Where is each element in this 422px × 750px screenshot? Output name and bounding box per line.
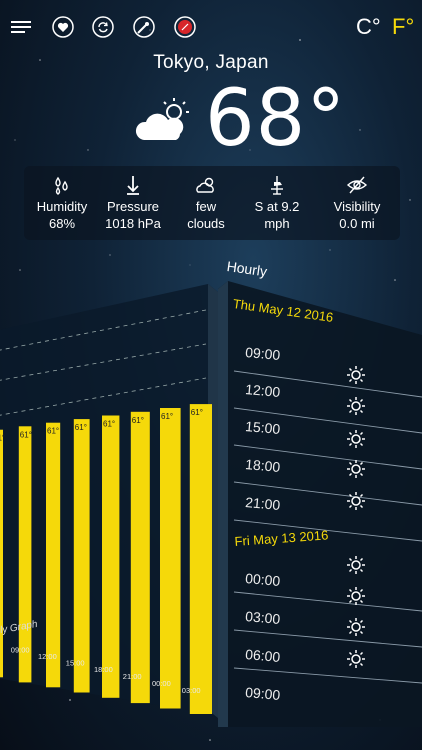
humidity-icon: [55, 176, 68, 195]
wind-item: S at 9.2 mph: [244, 166, 310, 240]
temperature-bar: [102, 415, 120, 698]
few-clouds-icon: [196, 177, 214, 193]
theme-icon[interactable]: [133, 16, 155, 38]
pressure-icon: [127, 176, 139, 195]
x-tick-label: 03:00: [182, 686, 201, 695]
bar-value-label: 61°: [20, 430, 32, 439]
bar-value-label: 61°: [191, 408, 203, 417]
visibility-item: Visibility 0.0 mi: [318, 166, 396, 240]
temperature-bar: [73, 419, 90, 693]
temperature-bar: [18, 426, 32, 683]
hour-time: 18:00: [244, 456, 281, 475]
hourly-graph-chart: 61° 61° 61° 61° 61° 61° 61° 61° 09:00 12:00 15:00 1…: [0, 284, 218, 718]
refresh-icon[interactable]: [92, 16, 114, 38]
x-tick-label: 09:00: [11, 645, 30, 654]
clouds-item: few clouds: [174, 166, 238, 240]
sun-icon: [347, 397, 365, 415]
fahrenheit-toggle[interactable]: F°: [392, 14, 414, 40]
temperature-bar: [189, 404, 212, 714]
x-tick-label: 00:00: [152, 679, 171, 688]
visibility-icon: [346, 176, 368, 194]
temperature-bar: [46, 422, 61, 688]
bar-value-label: 61°: [103, 420, 115, 429]
weather-radar-icon[interactable]: [174, 16, 196, 38]
hour-time: 09:00: [244, 684, 281, 703]
bar-value-label: 61°: [75, 423, 87, 432]
sun-icon: [347, 556, 365, 574]
sun-icon: [347, 587, 365, 605]
hour-time: 09:00: [244, 344, 281, 363]
x-tick-label: 18:00: [94, 665, 113, 674]
bar-value-label: 61°: [47, 427, 59, 436]
few-clouds-icon: [135, 98, 189, 140]
x-tick-label: 21:00: [123, 672, 142, 681]
x-tick-label: 15:00: [66, 659, 85, 668]
humidity-item: Humidity 68%: [28, 166, 96, 240]
hour-time: 03:00: [244, 608, 281, 627]
bar-value-label: 61°: [132, 416, 144, 425]
x-tick-label: 12:00: [38, 652, 57, 661]
favorites-icon[interactable]: [52, 16, 74, 38]
top-bar: C° F°: [0, 0, 422, 52]
hour-time: 12:00: [244, 381, 281, 400]
hourly-title: Hourly: [225, 258, 269, 280]
pressure-item: Pressure 1018 hPa: [100, 166, 166, 240]
temperature-bar: [0, 429, 3, 678]
temperature-bar: [130, 411, 150, 704]
bar-value-label: 61°: [161, 412, 173, 421]
sun-icon: [347, 492, 365, 510]
current-temperature: 68°: [205, 74, 347, 164]
sun-icon: [347, 618, 365, 636]
sun-icon: [347, 650, 365, 668]
bar-value-label: 61°: [0, 434, 5, 443]
sun-icon: [347, 460, 365, 478]
sun-icon: [347, 366, 365, 384]
celsius-toggle[interactable]: C°: [356, 14, 381, 40]
hour-time: 00:00: [244, 570, 281, 589]
hour-time: 06:00: [244, 646, 281, 665]
wind-icon: [271, 176, 283, 195]
menu-icon[interactable]: [10, 16, 32, 38]
hour-time: 15:00: [244, 418, 281, 437]
temperature-bar: [160, 408, 181, 709]
conditions-strip: Humidity 68% Pressure 1018 hPa few cloud…: [24, 166, 400, 240]
sun-icon: [347, 430, 365, 448]
hour-time: 21:00: [244, 494, 281, 513]
hourly-graph[interactable]: 61° 61° 61° 61° 61° 61° 61° 61° 09:00 12:00 15:00 1…: [0, 282, 218, 727]
city-name: Tokyo, Japan: [153, 52, 269, 73]
